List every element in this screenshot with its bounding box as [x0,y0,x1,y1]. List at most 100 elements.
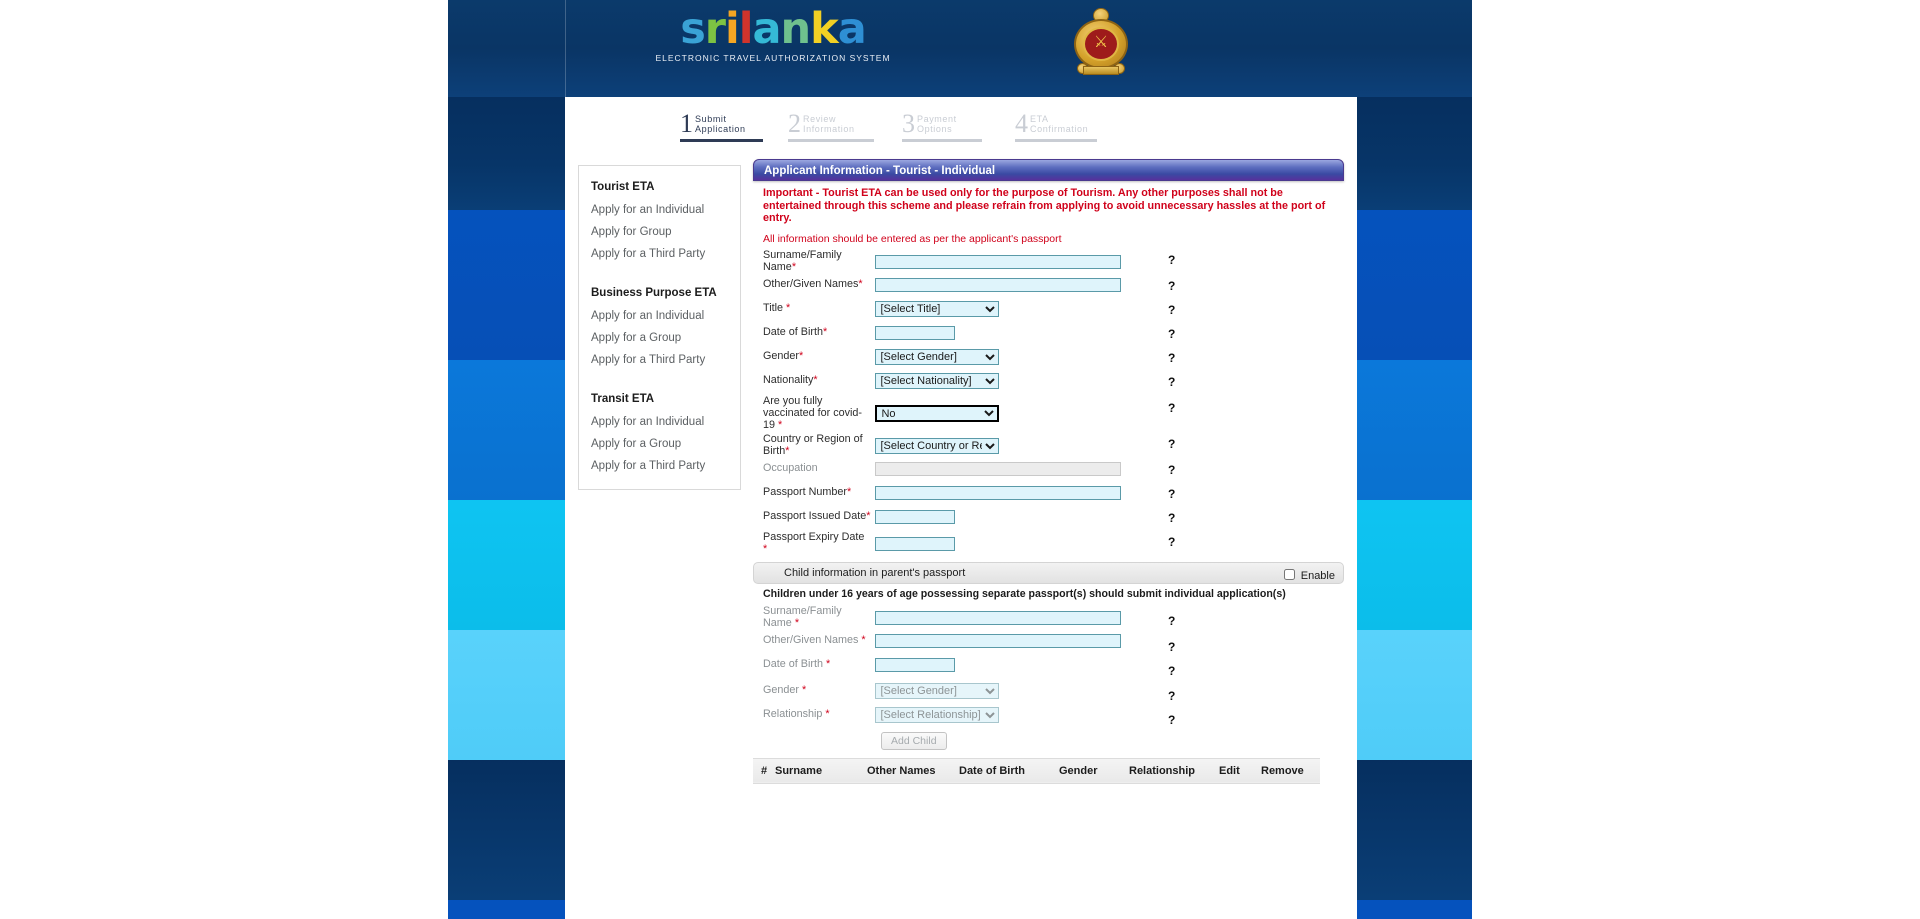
step-label-line2: Options [917,124,953,134]
row-passport-issued-date: Passport Issued Date* ? [753,506,1344,530]
child-given-names-input[interactable] [875,633,1122,648]
vaccinated-select[interactable]: No [875,404,1000,422]
help-icon-occupation[interactable]: ? [1168,463,1175,477]
child-surname-input[interactable] [875,610,1122,625]
logo-letter-l: l [738,4,754,54]
occupation-input[interactable] [875,461,1122,476]
form-title-bar: Applicant Information - Tourist - Indivi… [753,159,1344,181]
help-icon-title[interactable]: ? [1168,303,1175,317]
gender-select[interactable]: [Select Gender] [875,348,1000,365]
help-icon-gender[interactable]: ? [1168,351,1175,365]
help-icon-passport-number[interactable]: ? [1168,487,1175,501]
passport-number-input[interactable] [875,485,1122,500]
cell-child-gender: [Select Gender] [875,681,1000,699]
sidebar-item-transit-group[interactable]: Apply for a Group [579,433,740,455]
sidebar-item-tourist-individual[interactable]: Apply for an Individual [579,199,740,221]
logo-letter-a1: a [752,4,782,54]
help-icon-country-of-birth[interactable]: ? [1168,437,1175,451]
step-underline [788,139,874,142]
help-icon-child-relationship[interactable]: ? [1168,713,1175,727]
help-icon-child-given-names[interactable]: ? [1168,640,1175,654]
row-child-date-of-birth: Date of Birth * ? [753,654,1344,680]
passport-expiry-date-input[interactable] [875,536,956,551]
col-date-of-birth: Date of Birth [959,757,1059,784]
logo-letter-a2: a [837,4,867,54]
given-names-input[interactable] [875,277,1122,292]
cell-child-relationship: [Select Relationship] [875,705,1000,723]
help-icon-surname[interactable]: ? [1168,253,1175,267]
step-eta-confirmation[interactable]: 4 ETA Confirmation [1015,111,1097,142]
step-label-line1: Review [803,114,837,124]
col-index: # [753,757,775,784]
label-title-text: Title [763,301,786,314]
step-label-line1: Payment [917,114,957,124]
required-marker: * [858,277,863,290]
emblem-lion-icon: ⚔ [1093,34,1109,51]
step-underline [902,139,982,142]
row-occupation: Occupation ? [753,458,1344,482]
nationality-select[interactable]: [Select Nationality] [875,372,1000,389]
label-child-relationship: Relationship * [753,708,871,720]
step-label: Submit Application [693,111,746,134]
help-icon-child-gender[interactable]: ? [1168,689,1175,703]
step-label: Review Information [801,111,855,134]
label-passport-expiry-date: Passport Expiry Date * [753,531,871,555]
required-marker: * [813,373,818,386]
cell-passport-number [875,483,1122,501]
row-passport-number: Passport Number* ? [753,482,1344,506]
passport-issued-date-input[interactable] [875,509,956,524]
label-child-gender-text: Gender [763,683,803,696]
logo-wordmark: srilanka [648,6,898,52]
help-icon-passport-issued-date[interactable]: ? [1168,511,1175,525]
country-of-birth-select[interactable]: [Select Country or Region [875,437,1000,454]
surname-input[interactable] [875,254,1122,269]
sidebar-item-tourist-group[interactable]: Apply for Group [579,221,740,243]
child-gender-select[interactable]: [Select Gender] [875,682,1000,699]
required-marker: * [799,349,804,362]
help-icon-child-surname[interactable]: ? [1168,614,1175,628]
label-surname-text: Surname/Family Name [763,248,842,273]
help-icon-nationality[interactable]: ? [1168,375,1175,389]
row-child-given-names: Other/Given Names * ? [753,630,1344,654]
sidebar-item-business-individual[interactable]: Apply for an Individual [579,305,740,327]
help-icon-date-of-birth[interactable]: ? [1168,327,1175,341]
row-gender: Gender* [Select Gender] ? [753,346,1344,370]
add-child-button[interactable]: Add Child [881,731,947,750]
col-gender: Gender [1059,757,1129,784]
step-payment-options[interactable]: 3 Payment Options [902,111,982,142]
cell-surname [875,252,1122,270]
sidebar-item-business-third-party[interactable]: Apply for a Third Party [579,349,740,371]
step-label: ETA Confirmation [1028,111,1088,134]
cell-passport-issued-date [875,507,956,525]
help-icon-passport-expiry-date[interactable]: ? [1168,535,1175,549]
col-surname: Surname [775,757,867,784]
sidebar-item-transit-third-party[interactable]: Apply for a Third Party [579,455,740,477]
date-of-birth-input[interactable] [875,325,956,340]
help-icon-vaccinated[interactable]: ? [1168,401,1175,415]
step-review-information[interactable]: 2 Review Information [788,111,874,142]
row-surname: Surname/Family Name* ? [753,248,1344,274]
row-given-names: Other/Given Names* ? [753,274,1344,298]
sidebar-item-tourist-third-party[interactable]: Apply for a Third Party [579,243,740,265]
site-logo[interactable]: srilanka ELECTRONIC TRAVEL AUTHORIZATION… [648,6,898,63]
required-marker: * [866,509,871,522]
label-child-given-names-text: Other/Given Names [763,633,862,646]
child-relationship-select[interactable]: [Select Relationship] [875,706,1000,723]
sidebar-item-transit-individual[interactable]: Apply for an Individual [579,411,740,433]
col-edit: Edit [1219,757,1261,784]
col-relationship: Relationship [1129,757,1219,784]
sidebar-item-business-group[interactable]: Apply for a Group [579,327,740,349]
child-date-of-birth-input[interactable] [875,657,956,672]
child-enable-checkbox[interactable] [1283,568,1295,580]
application-type-sidebar: Tourist ETA Apply for an Individual Appl… [578,165,741,490]
label-gender: Gender* [753,350,871,362]
label-gender-text: Gender [763,349,800,362]
help-icon-child-date-of-birth[interactable]: ? [1168,664,1175,678]
cell-nationality: [Select Nationality] [875,371,1000,389]
help-icon-given-names[interactable]: ? [1168,279,1175,293]
title-select[interactable]: [Select Title] [875,300,1000,317]
row-title: Title * [Select Title] ? [753,298,1344,322]
step-submit-application[interactable]: 1 Submit Application [680,111,763,142]
row-country-of-birth: Country or Region of Birth* [Select Coun… [753,432,1344,458]
label-vaccinated: Are you fully vaccinated for covid-19 * [753,395,871,431]
